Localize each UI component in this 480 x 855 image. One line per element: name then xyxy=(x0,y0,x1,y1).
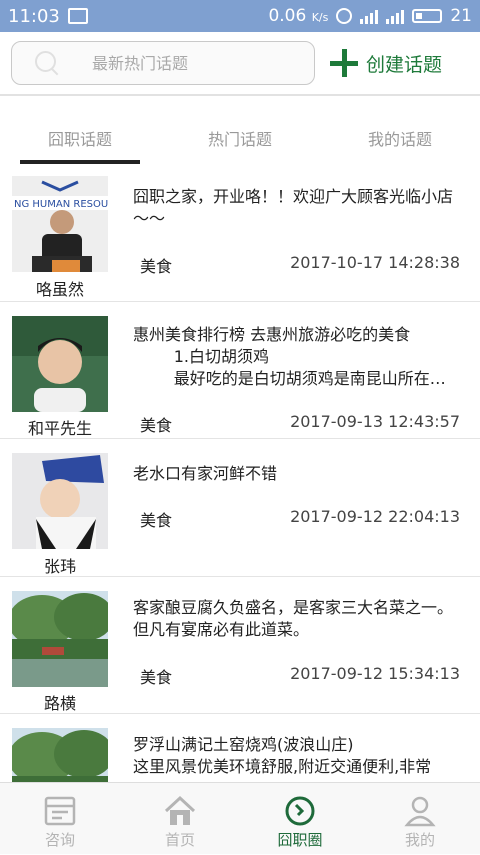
plus-icon xyxy=(330,49,358,77)
user-icon xyxy=(404,796,436,827)
topic-item[interactable]: NG HUMAN RESOURC 咯虽然 囧职之家，开业咯！！欢迎广大顾客光临小… xyxy=(0,166,480,302)
author-name: 张玮 xyxy=(43,557,76,576)
avatar xyxy=(12,453,108,549)
topic-title: 老水口有家河鲜不错 xyxy=(133,464,278,483)
topic-item[interactable]: 路横 客家酿豆腐久负盛名，是客家三大名菜之一。但凡有宴席必有此道菜。 美食 20… xyxy=(0,577,480,714)
topic-category: 美食 xyxy=(140,668,173,687)
tab-jiongzhi-topics[interactable]: 囧职话题 xyxy=(0,126,160,150)
topic-title: 惠州美食排行榜 去惠州旅游必吃的美食 1.白切胡须鸡 最好吃的是白切胡须鸡是南昆… xyxy=(133,325,446,388)
battery-icon xyxy=(412,9,443,23)
author-name: 路横 xyxy=(43,694,76,713)
topic-time: 2017-09-13 12:43:57 xyxy=(290,412,460,431)
topic-time: 2017-09-12 15:34:13 xyxy=(290,664,460,683)
nav-home-label: 首页 xyxy=(164,831,195,849)
home-icon xyxy=(164,795,196,825)
topic-title: 罗浮山满记土窑烧鸡(波浪山庄) 这里风景优美环境舒服,附近交通便利,非常 xyxy=(133,735,432,776)
topic-title: 囧职之家，开业咯！！欢迎广大顾客光临小店～～ xyxy=(133,187,454,228)
wifi-signal-icon xyxy=(360,8,379,24)
avatar xyxy=(12,316,108,412)
search-icon xyxy=(32,48,62,78)
status-bar: 11:03 0.06 K/s 21 xyxy=(0,0,480,32)
tab-indicator xyxy=(20,160,140,164)
tab-hot-topics[interactable]: 热门话题 xyxy=(160,126,320,150)
nav-jiongzhi-circle[interactable]: 囧职圈 xyxy=(240,783,360,855)
network-speed: 0.06 K/s xyxy=(268,6,329,26)
compass-icon xyxy=(285,796,315,826)
nav-home[interactable]: 首页 xyxy=(120,783,240,855)
topic-list[interactable]: NG HUMAN RESOURC 咯虽然 囧职之家，开业咯！！欢迎广大顾客光临小… xyxy=(0,166,480,782)
topic-title: 客家酿豆腐久负盛名，是客家三大名菜之一。但凡有宴席必有此道菜。 xyxy=(133,598,454,639)
avatar xyxy=(12,591,108,687)
avatar xyxy=(12,728,108,782)
bottom-nav: 咨询 首页 囧职圈 我的 xyxy=(0,782,480,854)
nav-consult-label: 咨询 xyxy=(44,831,75,849)
author-name: 和平先生 xyxy=(27,419,92,438)
avatar: NG HUMAN RESOURC xyxy=(12,176,108,272)
search-box[interactable] xyxy=(11,41,315,85)
top-bar: 创建话题 xyxy=(0,32,480,96)
alarm-icon xyxy=(336,8,353,24)
nav-mine[interactable]: 我的 xyxy=(360,783,480,855)
nav-jiongzhi-circle-label: 囧职圈 xyxy=(277,831,323,849)
nav-consult[interactable]: 咨询 xyxy=(0,783,120,855)
svg-text:NG HUMAN RESOURC: NG HUMAN RESOURC xyxy=(14,199,108,210)
topic-category: 美食 xyxy=(140,416,173,435)
consult-icon xyxy=(44,796,76,826)
battery-level: 21 xyxy=(450,6,472,26)
create-topic-label: 创建话题 xyxy=(366,53,443,76)
topic-item[interactable]: 和平先生 惠州美食排行榜 去惠州旅游必吃的美食 1.白切胡须鸡 最好吃的是白切胡… xyxy=(0,302,480,439)
topic-item[interactable]: 罗浮山满记土窑烧鸡(波浪山庄) 这里风景优美环境舒服,附近交通便利,非常 xyxy=(0,714,480,782)
topic-time: 2017-10-17 14:28:38 xyxy=(290,253,460,272)
topic-tabs: 囧职话题 热门话题 我的话题 xyxy=(0,112,480,166)
topic-item[interactable]: 张玮 老水口有家河鲜不错 美食 2017-09-12 22:04:13 xyxy=(0,439,480,577)
status-time: 11:03 xyxy=(8,5,60,27)
search-input[interactable] xyxy=(92,53,292,73)
nav-mine-label: 我的 xyxy=(404,831,435,849)
topic-category: 美食 xyxy=(140,511,173,530)
notification-icon xyxy=(67,8,88,24)
create-topic-button[interactable]: 创建话题 xyxy=(330,46,442,80)
tab-my-topics[interactable]: 我的话题 xyxy=(320,126,480,150)
topic-category: 美食 xyxy=(140,257,173,276)
topic-time: 2017-09-12 22:04:13 xyxy=(290,507,460,526)
cell-signal-icon xyxy=(386,8,405,24)
author-name: 咯虽然 xyxy=(35,280,84,299)
